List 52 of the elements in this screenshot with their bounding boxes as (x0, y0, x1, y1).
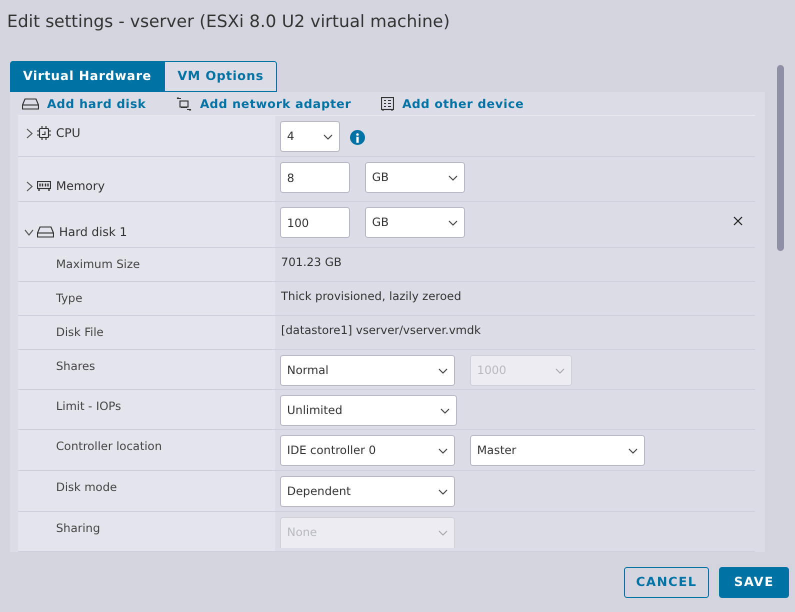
property-label: Type (56, 290, 82, 307)
input-field[interactable]: 100 (280, 207, 350, 238)
cancel-button[interactable]: CANCEL (624, 566, 709, 598)
close-icon[interactable] (733, 216, 743, 226)
property-value: 701.23 GB (281, 254, 342, 271)
memory-module-icon (37, 181, 51, 191)
tab[interactable]: Virtual Hardware (10, 61, 164, 92)
dropdown[interactable]: Unlimited (280, 395, 457, 426)
expand-toggle-icon[interactable] (24, 180, 34, 192)
add-other-device-link[interactable]: Add other device (381, 94, 524, 112)
dropdown[interactable]: Master (470, 435, 645, 466)
property-value: [datastore1] vserver/vserver.vmdk (281, 322, 481, 339)
property-label: Disk File (56, 324, 104, 341)
dropdown[interactable]: GB (365, 162, 465, 193)
chevron-down-icon (628, 448, 638, 454)
network-adapter-icon (176, 96, 192, 110)
property-label: Limit - IOPs (56, 398, 122, 415)
tab[interactable]: VM Options (164, 61, 277, 92)
chevron-down-icon (448, 220, 458, 226)
dropdown[interactable]: 4 (280, 121, 340, 152)
property-label: Controller location (56, 438, 162, 455)
scrollbar[interactable] (776, 65, 784, 251)
chevron-down-icon (438, 448, 448, 454)
chevron-down-icon (323, 134, 333, 140)
dropdown[interactable]: IDE controller 0 (280, 435, 455, 466)
device-label: CPU (56, 125, 80, 142)
save-button[interactable]: SAVE (719, 566, 789, 598)
dropdown[interactable]: Dependent (280, 476, 455, 507)
property-label: Maximum Size (56, 256, 140, 273)
add-network-adapter-link[interactable]: Add network adapter (176, 94, 352, 112)
expand-toggle-icon[interactable] (24, 128, 34, 138)
dropdown[interactable]: Normal (280, 355, 455, 386)
add-hard-disk-link[interactable]: Add hard disk (22, 94, 146, 112)
chevron-down-icon (438, 368, 448, 374)
chevron-down-icon (440, 408, 450, 414)
chip-icon (37, 126, 51, 140)
chevron-down-icon (448, 174, 458, 180)
property-value: Thick provisioned, lazily zeroed (281, 288, 462, 305)
input-field[interactable]: 8 (280, 162, 350, 193)
chevron-down-icon (438, 530, 448, 536)
property-label: Shares (56, 358, 96, 375)
window-title: Edit settings - vserver (ESXi 8.0 U2 virtual machine) (7, 11, 450, 34)
chevron-down-icon (438, 488, 448, 494)
chevron-down-icon (555, 368, 565, 374)
expand-toggle-icon[interactable] (24, 228, 34, 236)
device-label: Hard disk 1 (59, 224, 128, 241)
property-label: Sharing (56, 520, 100, 537)
info-icon[interactable] (350, 130, 365, 145)
device-label: Memory (56, 178, 105, 195)
device-list-icon (381, 96, 394, 110)
property-label: Disk mode (56, 479, 117, 496)
dropdown[interactable]: GB (365, 207, 465, 238)
